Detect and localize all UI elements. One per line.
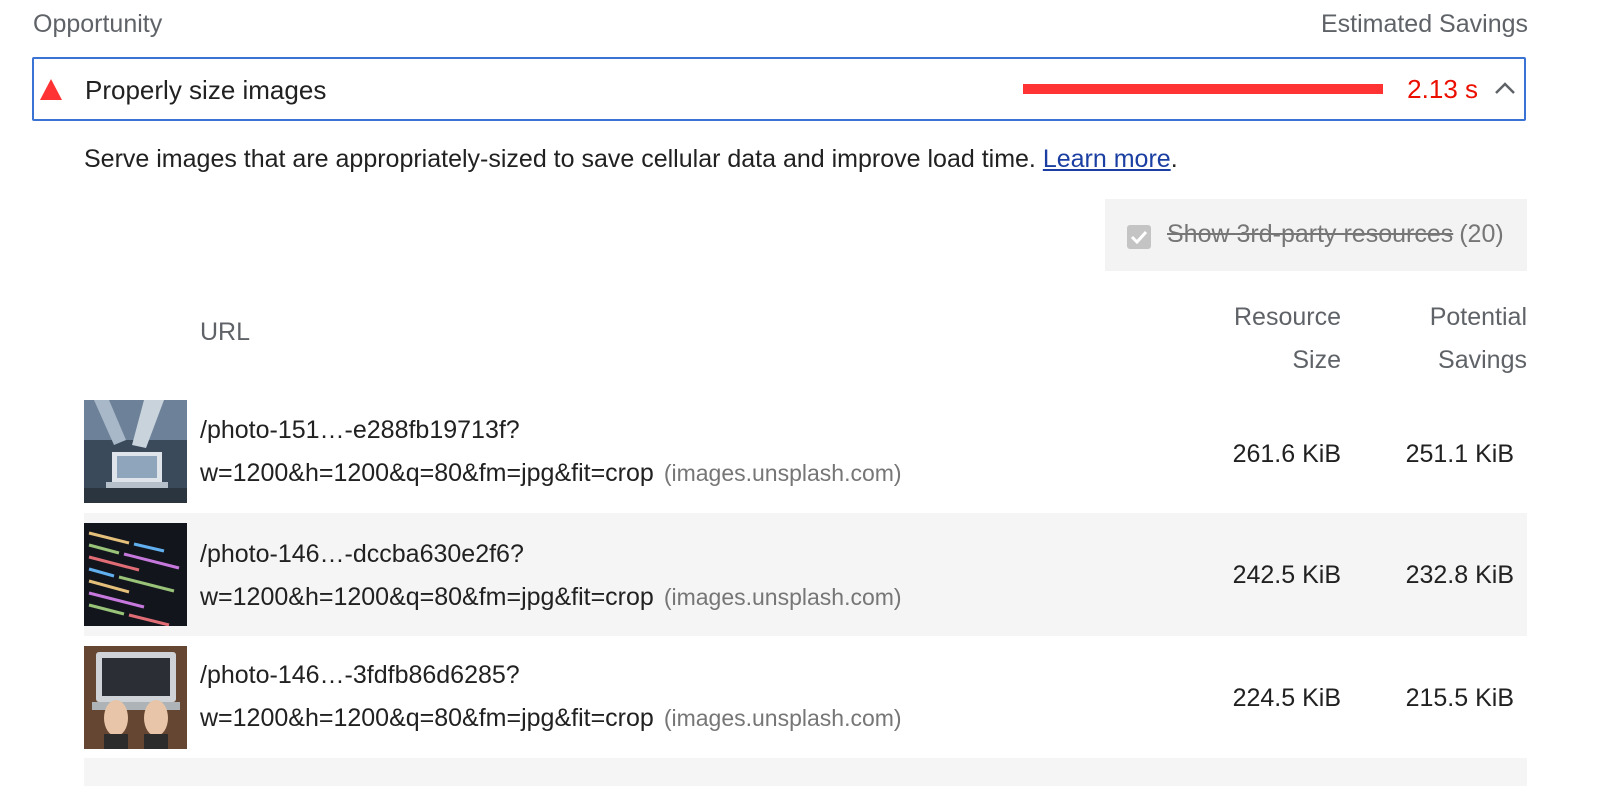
- learn-more-link[interactable]: Learn more: [1043, 145, 1171, 173]
- row-url-host: (images.unsplash.com): [663, 460, 902, 486]
- row-url-query-text: w=1200&h=1200&q=80&fm=jpg&fit=crop: [200, 459, 654, 487]
- row-resource-size: 261.6 KiB: [1232, 440, 1341, 468]
- third-party-filter: Show 3rd-party resources (20): [1105, 199, 1527, 271]
- row-url-path: /photo-146…-3fdfb86d6285?: [200, 661, 520, 689]
- filter-label-text: Show 3rd-party resources: [1167, 220, 1454, 248]
- table-row: /photo-146…-3fdfb86d6285? w=1200&h=1200&…: [84, 636, 1527, 759]
- show-third-party-checkbox[interactable]: [1127, 225, 1151, 249]
- row-url-path: /photo-151…-e288fb19713f?: [200, 416, 520, 444]
- chevron-up-icon[interactable]: [1490, 73, 1520, 103]
- column-header-resource-size: Resource Size: [1234, 296, 1341, 382]
- column-header-savings-line2: Savings: [1438, 346, 1527, 374]
- row-url-query: w=1200&h=1200&q=80&fm=jpg&fit=crop (image…: [200, 583, 902, 612]
- column-header-size-line2: Size: [1292, 346, 1341, 374]
- row-url-host: (images.unsplash.com): [663, 584, 902, 610]
- row-potential-savings: 215.5 KiB: [1405, 684, 1514, 712]
- table-row: /photo-146…-dccba630e2f6? w=1200&h=1200&…: [84, 513, 1527, 636]
- audit-properly-size-images[interactable]: Properly size images 2.13 s: [32, 57, 1526, 121]
- row-url-host: (images.unsplash.com): [663, 705, 902, 731]
- column-header-savings-line1: Potential: [1429, 303, 1527, 331]
- column-header-size-line1: Resource: [1234, 303, 1341, 331]
- column-header-url: URL: [200, 318, 251, 346]
- column-header-potential-savings: Potential Savings: [1430, 296, 1527, 382]
- row-url-query: w=1200&h=1200&q=80&fm=jpg&fit=crop (image…: [200, 459, 902, 488]
- description-end: .: [1170, 145, 1178, 173]
- savings-bar-track: [1023, 84, 1383, 94]
- row-resource-size: 242.5 KiB: [1232, 561, 1341, 589]
- table-row: [84, 758, 1527, 786]
- fail-triangle-icon: [40, 79, 62, 100]
- row-url-query: w=1200&h=1200&q=80&fm=jpg&fit=crop (image…: [200, 704, 902, 733]
- code-screen-thumbnail: [84, 523, 187, 626]
- people-laptop-thumbnail: [84, 400, 187, 503]
- row-potential-savings: 251.1 KiB: [1405, 440, 1514, 468]
- audit-description: Serve images that are appropriately-size…: [84, 145, 1178, 174]
- estimated-savings-label: Estimated Savings: [1320, 10, 1528, 38]
- description-text: Serve images that are appropriately-size…: [84, 145, 1043, 173]
- row-url-query-text: w=1200&h=1200&q=80&fm=jpg&fit=crop: [200, 704, 654, 732]
- section-header: Opportunity Estimated Savings: [33, 10, 1528, 44]
- row-url-query-text: w=1200&h=1200&q=80&fm=jpg&fit=crop: [200, 583, 654, 611]
- table-row: /photo-151…-e288fb19713f? w=1200&h=1200&…: [84, 400, 1527, 523]
- savings-value: 2.13 s: [1407, 74, 1478, 104]
- row-potential-savings: 232.8 KiB: [1405, 561, 1514, 589]
- filter-count: (20): [1459, 220, 1504, 248]
- row-url-path: /photo-146…-dccba630e2f6?: [200, 540, 524, 568]
- opportunity-label: Opportunity: [33, 10, 163, 38]
- hands-laptop-thumbnail: [84, 646, 187, 749]
- row-resource-size: 224.5 KiB: [1232, 684, 1341, 712]
- filter-label: Show 3rd-party resources (20): [1167, 220, 1504, 249]
- savings-bar: [1023, 84, 1383, 94]
- audit-title: Properly size images: [85, 75, 327, 105]
